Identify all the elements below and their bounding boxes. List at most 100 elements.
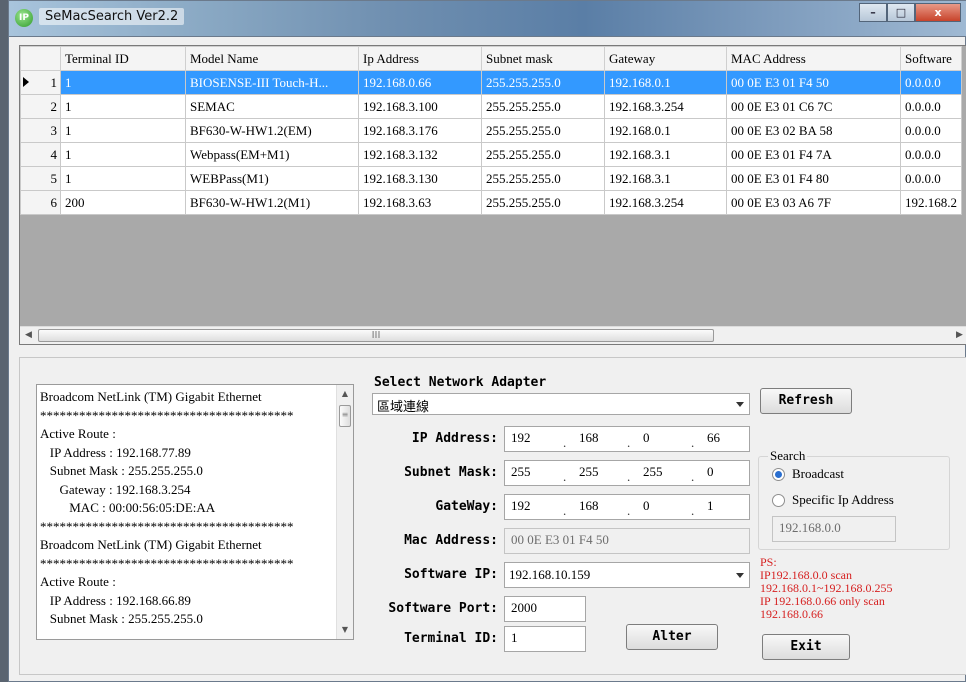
table-cell[interactable]: WEBPass(M1) bbox=[185, 166, 359, 191]
terminal-id-field[interactable]: 1 bbox=[504, 626, 586, 652]
scroll-right-icon[interactable]: ▶ bbox=[951, 327, 966, 344]
table-cell[interactable]: BF630-W-HW1.2(EM) bbox=[185, 118, 359, 143]
subnet-octet-2[interactable]: 255 bbox=[573, 461, 599, 485]
table-cell[interactable]: 192.168.3.254 bbox=[604, 190, 727, 215]
table-cell[interactable]: 00 0E E3 01 F4 7A bbox=[726, 142, 901, 167]
table-cell[interactable]: 192.168.3.1 bbox=[604, 142, 727, 167]
table-cell[interactable]: Webpass(EM+M1) bbox=[185, 142, 359, 167]
radio-checked-icon[interactable] bbox=[772, 468, 785, 481]
table-cell[interactable]: 1 bbox=[60, 94, 186, 119]
minimize-button[interactable]: – bbox=[859, 3, 887, 22]
broadcast-option[interactable]: Broadcast bbox=[772, 466, 942, 482]
table-cell[interactable]: 0.0.0.0 bbox=[900, 142, 962, 167]
device-grid[interactable]: Terminal ID Model Name Ip Address Subnet… bbox=[19, 45, 966, 345]
close-button[interactable]: x bbox=[915, 3, 961, 22]
scroll-left-icon[interactable]: ◀ bbox=[20, 327, 37, 344]
log-vertical-scrollbar[interactable]: ▲ ≡ ▼ bbox=[336, 385, 353, 639]
row-number[interactable]: 5 bbox=[20, 166, 61, 191]
table-cell[interactable]: 255.255.255.0 bbox=[481, 166, 605, 191]
table-row[interactable]: 6 200 BF630-W-HW1.2(M1) 192.168.3.63 255.255… bbox=[20, 190, 962, 215]
table-cell[interactable]: 255.255.255.0 bbox=[481, 142, 605, 167]
scroll-down-icon[interactable]: ▼ bbox=[337, 622, 353, 638]
log-scroll-thumb[interactable]: ≡ bbox=[339, 405, 351, 427]
table-cell[interactable]: 192.168.0.1 bbox=[604, 118, 727, 143]
ip-octet-1[interactable]: 192 bbox=[505, 427, 531, 451]
ip-octet-4[interactable]: 66 bbox=[701, 427, 720, 451]
scroll-thumb[interactable]: III bbox=[38, 329, 714, 342]
refresh-button[interactable]: Refresh bbox=[760, 388, 852, 414]
column-header[interactable]: Model Name bbox=[185, 46, 359, 71]
column-header[interactable]: Gateway bbox=[604, 46, 727, 71]
ip-octet-3[interactable]: 0 bbox=[637, 427, 650, 451]
adapter-log[interactable]: Broadcom NetLink (TM) Gigabit Ethernet **… bbox=[36, 384, 354, 640]
row-number[interactable]: 6 bbox=[20, 190, 61, 215]
gateway-octet-3[interactable]: 0 bbox=[637, 495, 650, 519]
table-cell[interactable]: 192.168.0.1 bbox=[604, 70, 727, 95]
table-cell[interactable]: 1 bbox=[60, 142, 186, 167]
table-cell[interactable]: 192.168.3.254 bbox=[604, 94, 727, 119]
table-cell[interactable]: 1 bbox=[60, 70, 186, 95]
table-cell[interactable]: 00 0E E3 01 F4 80 bbox=[726, 166, 901, 191]
table-cell[interactable]: 00 0E E3 01 C6 7C bbox=[726, 94, 901, 119]
table-row[interactable]: 4 1 Webpass(EM+M1) 192.168.3.132 255.255.255… bbox=[20, 142, 962, 167]
table-cell[interactable]: 1 bbox=[60, 166, 186, 191]
column-header[interactable]: MAC Address bbox=[726, 46, 901, 71]
table-cell[interactable]: 200 bbox=[60, 190, 186, 215]
table-row[interactable]: 3 1 BF630-W-HW1.2(EM) 192.168.3.176 255.255.… bbox=[20, 118, 962, 143]
subnet-mask-field[interactable]: 255 . 255 . 255 . 0 bbox=[504, 460, 750, 486]
specific-ip-option[interactable]: Specific Ip Address bbox=[772, 492, 942, 508]
radio-unchecked-icon[interactable] bbox=[772, 494, 785, 507]
gateway-octet-4[interactable]: 1 bbox=[701, 495, 714, 519]
table-cell[interactable]: 0.0.0.0 bbox=[900, 166, 962, 191]
table-cell[interactable]: 00 0E E3 01 F4 50 bbox=[726, 70, 901, 95]
table-cell[interactable]: 00 0E E3 03 A6 7F bbox=[726, 190, 901, 215]
column-header[interactable]: Ip Address bbox=[358, 46, 482, 71]
table-cell[interactable]: BIOSENSE-III Touch-H... bbox=[185, 70, 359, 95]
software-port-field[interactable]: 2000 bbox=[504, 596, 586, 622]
table-cell[interactable]: 00 0E E3 02 BA 58 bbox=[726, 118, 901, 143]
table-cell[interactable]: 255.255.255.0 bbox=[481, 94, 605, 119]
subnet-octet-4[interactable]: 0 bbox=[701, 461, 714, 485]
table-cell[interactable]: 1 bbox=[60, 118, 186, 143]
table-cell[interactable]: 192.168.3.1 bbox=[604, 166, 727, 191]
scroll-up-icon[interactable]: ▲ bbox=[337, 386, 353, 402]
table-cell[interactable]: 255.255.255.0 bbox=[481, 70, 605, 95]
ip-octet-2[interactable]: 168 bbox=[573, 427, 599, 451]
gateway-octet-1[interactable]: 192 bbox=[505, 495, 531, 519]
table-cell[interactable]: 0.0.0.0 bbox=[900, 94, 962, 119]
table-cell[interactable]: 192.168.3.176 bbox=[358, 118, 482, 143]
table-cell[interactable]: 255.255.255.0 bbox=[481, 190, 605, 215]
software-ip-select[interactable]: 192.168.10.159 bbox=[504, 562, 750, 588]
table-cell[interactable]: 192.168.0.66 bbox=[358, 70, 482, 95]
column-header[interactable]: Software bbox=[900, 46, 962, 71]
title-bar[interactable]: IP SeMacSearch Ver2.2 – □ x bbox=[9, 1, 966, 37]
table-cell[interactable]: 0.0.0.0 bbox=[900, 118, 962, 143]
table-row[interactable]: 1 1 BIOSENSE-III Touch-H... 192.168.0.66 255… bbox=[20, 70, 962, 95]
column-header[interactable]: Subnet mask bbox=[481, 46, 605, 71]
table-cell[interactable]: 192.168.2 bbox=[900, 190, 962, 215]
subnet-octet-1[interactable]: 255 bbox=[505, 461, 531, 485]
alter-button[interactable]: Alter bbox=[626, 624, 718, 650]
table-cell[interactable]: 192.168.3.63 bbox=[358, 190, 482, 215]
row-number[interactable]: 3 bbox=[20, 118, 61, 143]
table-cell[interactable]: 192.168.3.100 bbox=[358, 94, 482, 119]
maximize-button[interactable]: □ bbox=[887, 3, 915, 22]
row-number[interactable]: 2 bbox=[20, 94, 61, 119]
table-row[interactable]: 5 1 WEBPass(M1) 192.168.3.130 255.255.255.0 1… bbox=[20, 166, 962, 191]
table-row[interactable]: 2 1 SEMAC 192.168.3.100 255.255.255.0 192.168… bbox=[20, 94, 962, 119]
column-header[interactable]: Terminal ID bbox=[60, 46, 186, 71]
table-cell[interactable]: 192.168.3.132 bbox=[358, 142, 482, 167]
horizontal-scrollbar[interactable]: ◀ III ▶ bbox=[20, 326, 966, 344]
table-cell[interactable]: SEMAC bbox=[185, 94, 359, 119]
table-cell[interactable]: 192.168.3.130 bbox=[358, 166, 482, 191]
table-cell[interactable]: BF630-W-HW1.2(M1) bbox=[185, 190, 359, 215]
table-cell[interactable]: 255.255.255.0 bbox=[481, 118, 605, 143]
exit-button[interactable]: Exit bbox=[762, 634, 850, 660]
table-cell[interactable]: 0.0.0.0 bbox=[900, 70, 962, 95]
row-number[interactable]: 1 bbox=[20, 70, 61, 95]
gateway-octet-2[interactable]: 168 bbox=[573, 495, 599, 519]
ip-address-field[interactable]: 192 . 168 . 0 . 66 bbox=[504, 426, 750, 452]
gateway-field[interactable]: 192 . 168 . 0 . 1 bbox=[504, 494, 750, 520]
subnet-octet-3[interactable]: 255 bbox=[637, 461, 663, 485]
row-number[interactable]: 4 bbox=[20, 142, 61, 167]
